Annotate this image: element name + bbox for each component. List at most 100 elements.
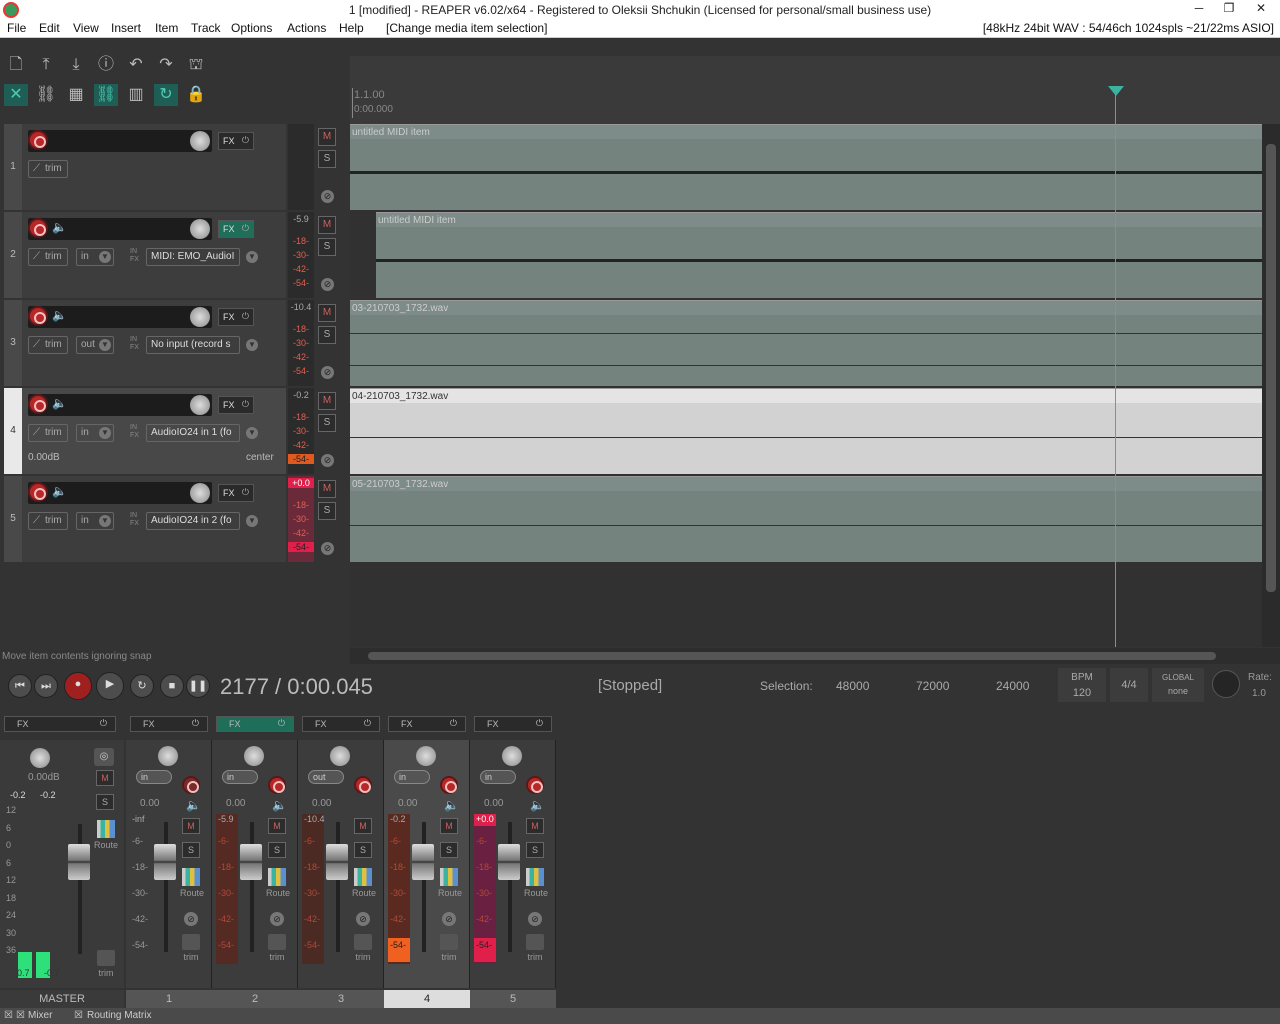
trim-button[interactable]: ⟋ trim: [28, 424, 68, 442]
menu-view[interactable]: View: [73, 21, 99, 35]
go-to-end-icon[interactable]: ⏭: [34, 674, 58, 698]
record-arm-button[interactable]: [354, 776, 372, 794]
mute-button[interactable]: M: [318, 392, 336, 410]
mixer-strip-1[interactable]: FX ⏻ in 0.00 🔈 -inf -6- -18- -30- -42- -5…: [126, 710, 212, 1008]
phase-invert-icon[interactable]: ⊘: [321, 278, 334, 291]
record-monitor-icon[interactable]: 🔈: [52, 220, 67, 234]
record-monitor-icon[interactable]: 🔈: [444, 798, 459, 812]
record-arm-button[interactable]: [28, 482, 48, 502]
selection-end[interactable]: 72000: [916, 679, 949, 693]
track-number[interactable]: 1: [4, 124, 22, 210]
record-arm-button[interactable]: [182, 776, 200, 794]
fx-power-icon[interactable]: ⏻: [242, 311, 249, 322]
volume-knob[interactable]: [190, 219, 210, 239]
maximize-button[interactable]: ❐: [1216, 1, 1242, 19]
phase-invert-icon[interactable]: ⊘: [356, 912, 370, 926]
automation-mode[interactable]: GLOBAL none: [1152, 668, 1204, 702]
track-1[interactable]: 1 FX ⏻ ⟋ trim M S ⊘: [0, 124, 350, 212]
trim-button[interactable]: trim: [352, 934, 374, 962]
redo-icon[interactable]: ↷: [154, 54, 178, 76]
track-lane[interactable]: untitled MIDI item: [350, 124, 1262, 212]
record-monitor-icon[interactable]: 🔈: [52, 484, 67, 498]
mute-button[interactable]: M: [440, 818, 458, 834]
open-project-icon[interactable]: ⤒: [34, 54, 58, 76]
volume-fader[interactable]: [154, 844, 176, 880]
save-project-icon[interactable]: ⤓: [64, 54, 88, 76]
tab-mixer[interactable]: Mixer: [28, 1010, 52, 1021]
io-button[interactable]: out: [308, 770, 344, 784]
record-monitor-icon[interactable]: 🔈: [272, 798, 287, 812]
media-item[interactable]: untitled MIDI item: [376, 212, 1262, 298]
master-solo-button[interactable]: S: [96, 794, 114, 810]
time-signature[interactable]: 4/4: [1110, 668, 1148, 702]
selection-length[interactable]: 24000: [996, 679, 1029, 693]
project-info-icon[interactable]: ⓘ: [94, 54, 118, 76]
volume-fader[interactable]: [412, 844, 434, 880]
media-item[interactable]: 03-210703_1732.wav: [350, 300, 1262, 386]
trim-button[interactable]: ⟋ trim: [28, 248, 68, 266]
undo-icon[interactable]: ↶: [124, 54, 148, 76]
route-button[interactable]: Route: [180, 868, 204, 898]
loop-icon[interactable]: ↻: [154, 84, 178, 106]
phase-invert-icon[interactable]: ⊘: [321, 542, 334, 555]
track-panel[interactable]: FX ⏻ ⟋ trim: [22, 124, 286, 210]
scroll-thumb[interactable]: [368, 652, 1216, 660]
fx-power-icon[interactable]: ⏻: [242, 399, 249, 410]
record-arm-button[interactable]: [268, 776, 286, 794]
master-fx-button[interactable]: FX ⏻: [4, 716, 116, 732]
record-arm-button[interactable]: [28, 130, 48, 150]
menu-edit[interactable]: Edit: [39, 21, 60, 35]
phase-invert-icon[interactable]: ⊘: [442, 912, 456, 926]
strip-name[interactable]: 3: [298, 990, 384, 1008]
track-5[interactable]: 5 🔈 FX ⏻ ⟋ trim in ▼ IN FX AudioIO24 in 2 (fo…: [0, 476, 350, 564]
bpm-display[interactable]: BPM 120: [1058, 668, 1106, 702]
record-arm-button[interactable]: [440, 776, 458, 794]
pause-icon[interactable]: ❚❚: [186, 674, 210, 698]
menu-help[interactable]: Help: [339, 21, 364, 35]
io-button[interactable]: in ▼: [76, 424, 114, 442]
io-button[interactable]: out ▼: [76, 336, 114, 354]
track-lane[interactable]: 04-210703_1732.wav: [350, 388, 1262, 476]
volume-knob[interactable]: [190, 307, 210, 327]
close-icon[interactable]: ☒: [16, 1010, 25, 1021]
route-button[interactable]: Route: [438, 868, 462, 898]
record-monitor-icon[interactable]: 🔈: [186, 798, 201, 812]
phase-invert-icon[interactable]: ⊘: [321, 190, 334, 203]
arrange-view[interactable]: untitled MIDI item untitled MIDI item 03…: [350, 124, 1262, 647]
menu-actions[interactable]: Actions: [287, 21, 326, 35]
phase-invert-icon[interactable]: ⊘: [528, 912, 542, 926]
mono-stereo-icon[interactable]: ◎: [94, 748, 114, 766]
track-number[interactable]: 5: [4, 476, 22, 562]
mixer-strip-2[interactable]: FX ⏻ in 0.00 🔈 -5.9 -6- -18- -30- -42- -5…: [212, 710, 298, 1008]
track-lane[interactable]: 05-210703_1732.wav: [350, 476, 1262, 564]
solo-button[interactable]: S: [440, 842, 458, 858]
route-button[interactable]: Route: [266, 868, 290, 898]
record-arm-button[interactable]: [28, 218, 48, 238]
close-icon[interactable]: ☒: [74, 1010, 83, 1021]
record-arm-button[interactable]: [28, 306, 48, 326]
close-button[interactable]: ✕: [1248, 1, 1274, 19]
selection-start[interactable]: 48000: [836, 679, 869, 693]
tab-routing-matrix[interactable]: Routing Matrix: [87, 1010, 151, 1021]
trim-button[interactable]: ⟋ trim: [28, 160, 68, 178]
solo-button[interactable]: S: [318, 150, 336, 168]
track-panel[interactable]: 🔈 FX ⏻ ⟋ trim in ▼ IN FX AudioIO24 in 2 (fo ▼: [22, 476, 286, 562]
grid-icon[interactable]: ▦: [64, 84, 88, 106]
trim-button[interactable]: trim: [266, 934, 288, 962]
record-monitor-icon[interactable]: 🔈: [530, 798, 545, 812]
fx-button[interactable]: FX ⏻: [218, 484, 254, 502]
rate-value[interactable]: 1.0: [1252, 688, 1266, 699]
solo-button[interactable]: S: [268, 842, 286, 858]
fx-button[interactable]: FX ⏻: [130, 716, 208, 732]
menu-item[interactable]: Item: [155, 21, 178, 35]
pan-knob[interactable]: [244, 746, 264, 766]
input-selector[interactable]: IN FX No input (record s ▼: [124, 336, 258, 354]
pan-knob[interactable]: [502, 746, 522, 766]
volume-fader[interactable]: [326, 844, 348, 880]
master-mute-button[interactable]: M: [96, 770, 114, 786]
io-button[interactable]: in: [480, 770, 516, 784]
strip-name[interactable]: 4: [384, 990, 470, 1008]
io-button[interactable]: in ▼: [76, 248, 114, 266]
go-to-start-icon[interactable]: ⏮: [8, 674, 32, 698]
new-project-icon[interactable]: 🗋: [4, 54, 28, 76]
